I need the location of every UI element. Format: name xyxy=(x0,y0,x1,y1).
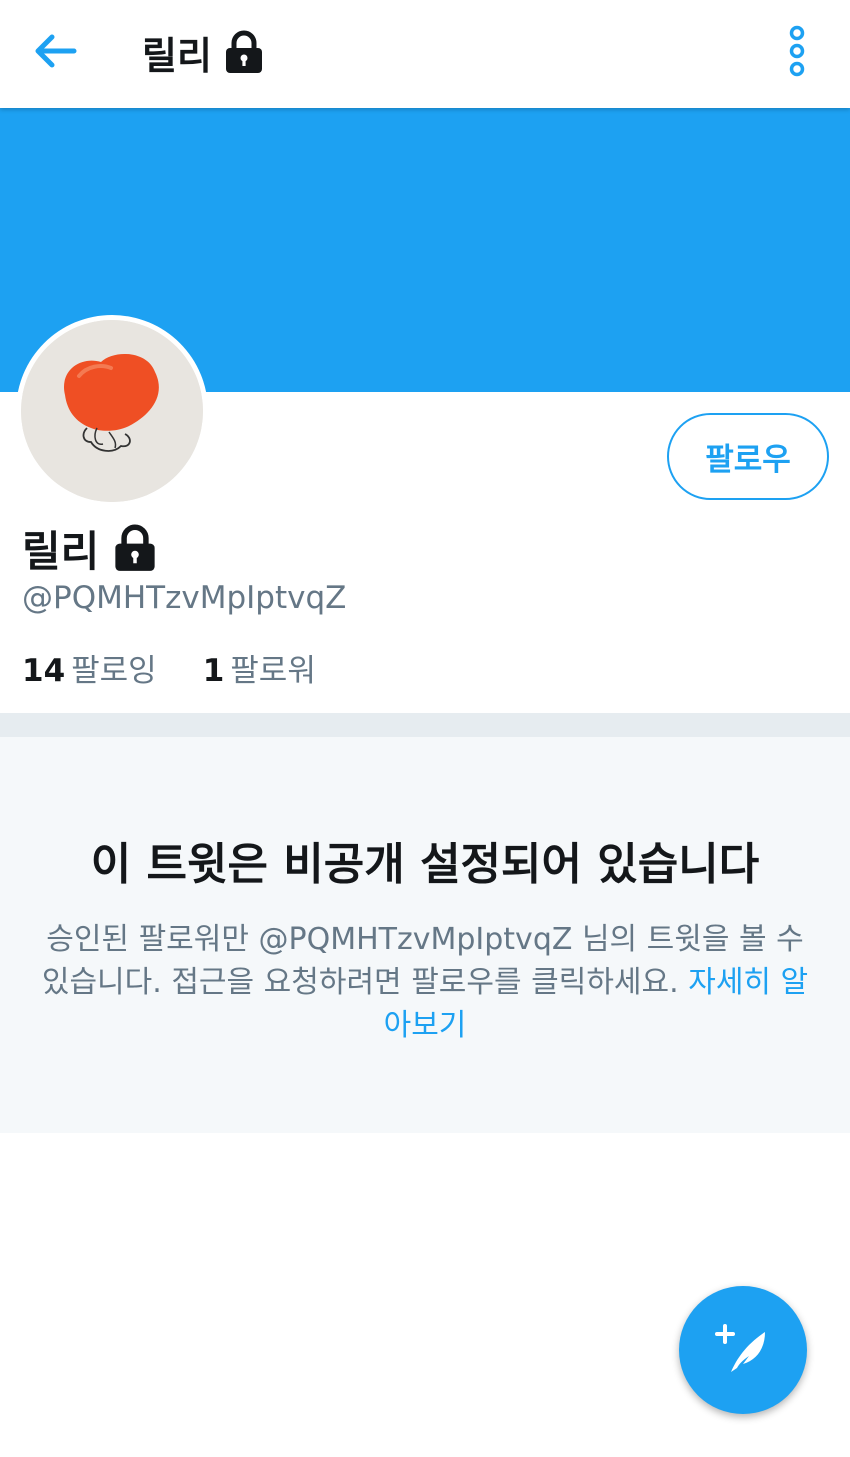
following-stat[interactable]: 14 팔로잉 xyxy=(22,645,157,690)
arrow-left-icon xyxy=(35,34,77,68)
avatar-image xyxy=(21,320,203,502)
lock-icon xyxy=(115,524,155,571)
top-app-bar: 릴리 xyxy=(0,0,850,108)
back-button[interactable] xyxy=(30,28,82,74)
compose-tweet-button[interactable] xyxy=(679,1286,807,1414)
follow-button[interactable]: 팔로우 xyxy=(667,413,829,500)
header-title-text: 릴리 xyxy=(142,33,212,78)
header-title: 릴리 xyxy=(142,26,264,78)
follow-stats: 14 팔로잉 1 팔로워 xyxy=(22,645,316,690)
following-count: 14 xyxy=(22,653,66,689)
display-name: 릴리 xyxy=(22,526,100,576)
avatar[interactable] xyxy=(16,315,208,507)
following-label: 팔로잉 xyxy=(71,653,157,689)
followers-stat[interactable]: 1 팔로워 xyxy=(203,645,316,690)
user-handle: @PQMHTzvMpIptvqZ xyxy=(22,580,347,616)
protected-description: 승인된 팔로워만 @PQMHTzvMpIptvqZ 님의 트윗을 볼 수 있습니… xyxy=(40,918,810,1047)
followers-label: 팔로워 xyxy=(230,653,316,689)
compose-tweet-icon xyxy=(715,1324,765,1372)
more-vertical-icon xyxy=(789,25,805,77)
section-divider xyxy=(0,713,850,737)
profile-name: 릴리 xyxy=(22,520,157,576)
more-options-button[interactable] xyxy=(776,24,818,80)
lock-icon xyxy=(225,30,262,73)
followers-count: 1 xyxy=(202,653,225,689)
protected-title: 이 트윗은 비공개 설정되어 있습니다 xyxy=(90,839,760,890)
